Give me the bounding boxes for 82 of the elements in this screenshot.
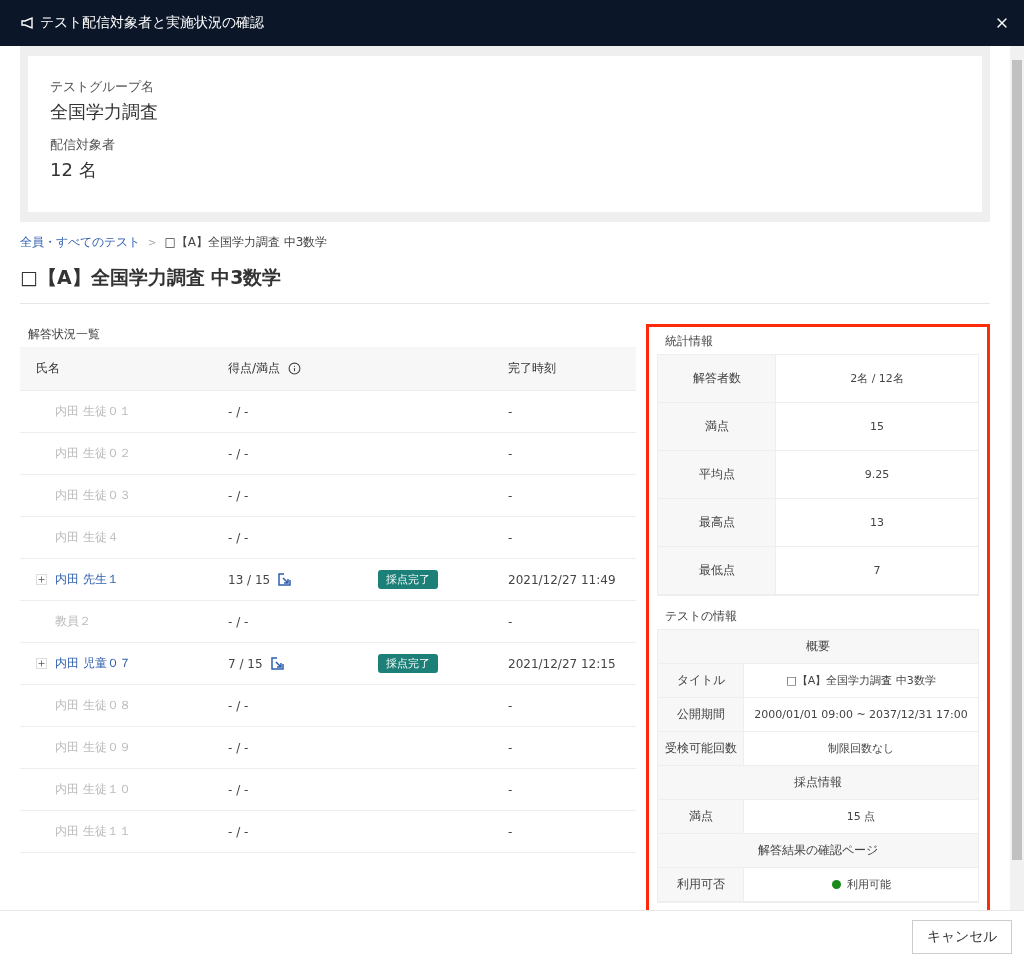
score-text: - / -	[228, 614, 249, 629]
info-value: 2000/01/01 09:00 ~ 2037/12/31 17:00	[754, 708, 968, 721]
breadcrumb-current: □【A】全国学力調査 中3数学	[164, 234, 328, 251]
student-name: 内田 生徒１１	[55, 823, 131, 840]
student-name: 内田 生徒０２	[55, 445, 131, 462]
info-value: 15 点	[846, 809, 876, 824]
stat-value: 15	[869, 419, 885, 435]
breadcrumb-separator: >	[148, 237, 157, 248]
stat-label: 最高点	[658, 499, 776, 546]
status-badge: 採点完了	[378, 654, 438, 673]
window-title: テスト配信対象者と実施状況の確認	[40, 14, 265, 32]
info-label: 公開期間	[658, 698, 744, 731]
info-label: 満点	[658, 800, 744, 833]
time-text: -	[508, 488, 513, 503]
stat-value: 7	[872, 563, 882, 579]
info-icon[interactable]	[288, 362, 302, 375]
student-name: 内田 生徒０１	[55, 403, 131, 420]
time-text: -	[508, 740, 513, 755]
student-name: 内田 生徒０３	[55, 487, 131, 504]
student-name: 教員２	[55, 613, 91, 630]
field-label: 配信対象者	[50, 136, 116, 154]
time-text: -	[508, 530, 513, 545]
cancel-button[interactable]: キャンセル	[912, 919, 1012, 954]
time-text: -	[508, 446, 513, 461]
stat-value: 2名 / 12名	[849, 371, 905, 387]
info-label: 利用可否	[658, 868, 744, 901]
info-value: 制限回数なし	[828, 741, 894, 756]
student-name: 内田 生徒０８	[55, 697, 131, 714]
edit-icon[interactable]	[278, 573, 292, 586]
column-header: 氏名	[35, 360, 61, 377]
section-header: 概要	[658, 630, 978, 664]
page-title: □【A】全国学力調査 中3数学	[20, 265, 990, 304]
section-caption: テストの情報	[664, 608, 738, 625]
section-header: 解答結果の確認ページ	[658, 834, 978, 868]
student-link[interactable]: 内田 児童０７	[55, 655, 131, 672]
score-text: 7 / 15	[228, 656, 263, 671]
student-link[interactable]: 内田 先生１	[55, 571, 119, 588]
time-text: 2021/12/27 12:15	[508, 656, 616, 671]
time-text: 2021/12/27 11:49	[508, 572, 616, 587]
time-text: -	[508, 614, 513, 629]
time-text: -	[508, 782, 513, 797]
scrollbar[interactable]	[1010, 46, 1024, 910]
info-label: 受検可能回数	[658, 732, 744, 765]
time-text: -	[508, 404, 513, 419]
status-badge: 採点完了	[378, 570, 438, 589]
info-value: □【A】全国学力調査 中3数学	[786, 673, 936, 688]
column-header: 完了時刻	[508, 360, 557, 377]
section-caption: 統計情報	[664, 333, 714, 350]
score-text: - / -	[228, 530, 249, 545]
info-value: 利用可能	[846, 877, 891, 892]
student-name: 内田 生徒０９	[55, 739, 131, 756]
time-text: -	[508, 698, 513, 713]
stat-label: 解答者数	[658, 355, 776, 402]
score-text: - / -	[228, 782, 249, 797]
table-caption: 解答状況一覧	[27, 326, 101, 343]
score-text: 13 / 15	[228, 572, 271, 587]
field-value: 全国学力調査	[50, 100, 159, 124]
score-text: - / -	[228, 824, 249, 839]
scrollbar-thumb[interactable]	[1012, 60, 1022, 860]
score-text: - / -	[228, 488, 249, 503]
breadcrumb-link[interactable]: 全員・すべてのテスト	[20, 234, 140, 251]
stat-label: 最低点	[658, 547, 776, 594]
stat-label: 満点	[658, 403, 776, 450]
stat-value: 13	[869, 515, 885, 531]
score-text: - / -	[228, 404, 249, 419]
score-text: - / -	[228, 740, 249, 755]
info-label: タイトル	[658, 664, 744, 697]
stat-value: 9.25	[863, 467, 891, 483]
field-label: テストグループ名	[50, 78, 155, 96]
section-header: 採点情報	[658, 766, 978, 800]
score-text: - / -	[228, 446, 249, 461]
stat-label: 平均点	[658, 451, 776, 498]
megaphone-icon	[20, 16, 34, 30]
edit-icon[interactable]	[270, 657, 284, 670]
score-text: - / -	[228, 698, 249, 713]
student-name: 内田 生徒４	[55, 529, 119, 546]
expand-button[interactable]	[36, 658, 47, 669]
student-name: 内田 生徒１０	[55, 781, 131, 798]
column-header: 得点/満点	[228, 360, 281, 377]
expand-button[interactable]	[36, 574, 47, 585]
time-text: -	[508, 824, 513, 839]
field-value: 12 名	[50, 158, 98, 182]
